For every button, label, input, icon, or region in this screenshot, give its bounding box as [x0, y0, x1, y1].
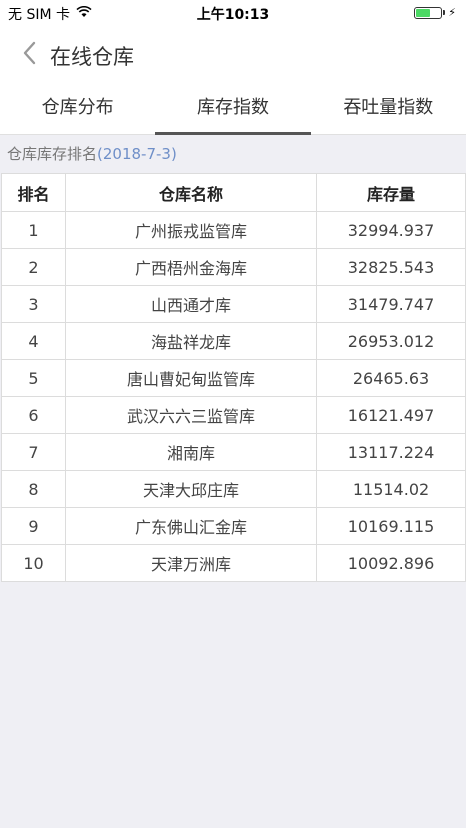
cell-rank: 9	[1, 507, 66, 545]
cell-warehouse-name: 天津万洲库	[65, 544, 317, 582]
cell-inventory: 26465.63	[316, 359, 466, 397]
section-header: 仓库库存排名(2018-7-3)	[7, 143, 177, 164]
back-button[interactable]	[14, 38, 44, 72]
cell-rank: 4	[1, 322, 66, 360]
table-row: 2 广西梧州金海库 32825.543	[1, 248, 466, 286]
cell-rank: 5	[1, 359, 66, 397]
cell-rank: 2	[1, 248, 66, 286]
cell-rank: 3	[1, 285, 66, 323]
cell-warehouse-name: 广州振戎监管库	[65, 211, 317, 249]
status-right: ⚡	[414, 6, 456, 19]
cell-inventory: 26953.012	[316, 322, 466, 360]
nav-bar: 在线仓库	[0, 26, 466, 85]
ranking-table: 排名 仓库名称 库存量 1 广州振戎监管库 32994.937 2 广西梧州金海库 328…	[1, 173, 466, 582]
charging-bolt-icon: ⚡	[448, 6, 456, 19]
cell-rank: 8	[1, 470, 66, 508]
cell-warehouse-name: 广东佛山汇金库	[65, 507, 317, 545]
page-title: 在线仓库	[50, 45, 134, 69]
cell-inventory: 32825.543	[316, 248, 466, 286]
status-time: 上午10:13	[196, 7, 270, 23]
table-row: 4 海盐祥龙库 26953.012	[1, 322, 466, 360]
tab-throughput-index[interactable]: 吞吐量指数	[311, 84, 466, 134]
cell-inventory: 10092.896	[316, 544, 466, 582]
cell-warehouse-name: 广西梧州金海库	[65, 248, 317, 286]
cell-warehouse-name: 唐山曹妃甸监管库	[65, 359, 317, 397]
table-row: 6 武汉六六三监管库 16121.497	[1, 396, 466, 434]
table-row: 9 广东佛山汇金库 10169.115	[1, 507, 466, 545]
header-inventory: 库存量	[316, 173, 466, 212]
cell-inventory: 31479.747	[316, 285, 466, 323]
header-rank: 排名	[1, 173, 66, 212]
section-title: 仓库库存排名	[7, 145, 98, 163]
table-row: 7 湘南库 13117.224	[1, 433, 466, 471]
cell-rank: 7	[1, 433, 66, 471]
battery-cap	[443, 10, 446, 15]
cell-rank: 6	[1, 396, 66, 434]
battery-icon	[414, 6, 443, 19]
tab-warehouse-distribution[interactable]: 仓库分布	[0, 84, 155, 134]
cell-warehouse-name: 湘南库	[65, 433, 317, 471]
cell-inventory: 13117.224	[316, 433, 466, 471]
cell-inventory: 32994.937	[316, 211, 466, 249]
tab-inventory-index[interactable]: 库存指数	[155, 84, 311, 135]
table-row: 8 天津大邱庄库 11514.02	[1, 470, 466, 508]
status-bar: 无 SIM 卡 上午10:13 ⚡	[0, 0, 466, 26]
table-row: 5 唐山曹妃甸监管库 26465.63	[1, 359, 466, 397]
table-header-row: 排名 仓库名称 库存量	[1, 173, 466, 212]
table-row: 1 广州振戎监管库 32994.937	[1, 211, 466, 249]
cell-warehouse-name: 海盐祥龙库	[65, 322, 317, 360]
cell-inventory: 11514.02	[316, 470, 466, 508]
chevron-left-icon	[22, 41, 36, 69]
screen: 无 SIM 卡 上午10:13 ⚡ 在线仓库 仓库分布 库存指数 吞吐量指数 仓…	[0, 0, 466, 828]
cell-rank: 1	[1, 211, 66, 249]
cell-rank: 10	[1, 544, 66, 582]
cell-warehouse-name: 天津大邱庄库	[65, 470, 317, 508]
table-row: 10 天津万洲库 10092.896	[1, 544, 466, 582]
cell-inventory: 16121.497	[316, 396, 466, 434]
tab-bar: 仓库分布 库存指数 吞吐量指数	[0, 84, 466, 135]
cell-inventory: 10169.115	[316, 507, 466, 545]
cell-warehouse-name: 武汉六六三监管库	[65, 396, 317, 434]
section-date: (2018-7-3)	[97, 145, 177, 163]
header-warehouse-name: 仓库名称	[65, 173, 317, 212]
cell-warehouse-name: 山西通才库	[65, 285, 317, 323]
table-row: 3 山西通才库 31479.747	[1, 285, 466, 323]
